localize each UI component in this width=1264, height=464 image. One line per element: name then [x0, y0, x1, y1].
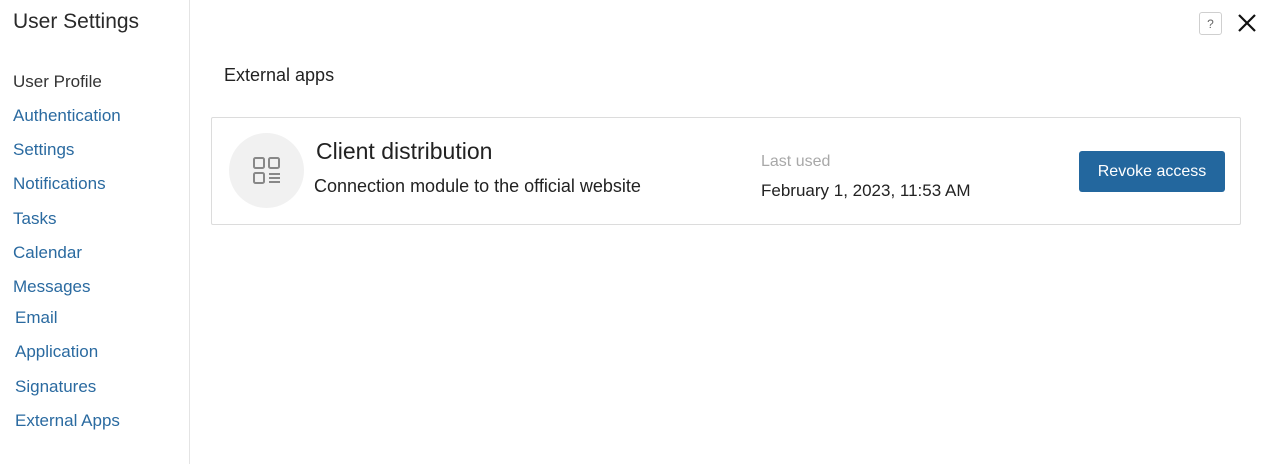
sidebar-item-notifications[interactable]: Notifications	[13, 174, 106, 194]
sidebar: User Settings User Profile Authenticatio…	[0, 0, 190, 464]
sidebar-title: User Settings	[13, 10, 140, 33]
app-card: Client distribution Connection module to…	[211, 117, 1241, 225]
app-grid-icon	[252, 156, 280, 184]
close-icon	[1238, 14, 1256, 32]
question-icon: ?	[1207, 16, 1214, 31]
sidebar-item-email[interactable]: Email	[15, 308, 58, 328]
sidebar-item-calendar[interactable]: Calendar	[13, 243, 82, 263]
sidebar-item-messages[interactable]: Messages	[13, 277, 90, 297]
sidebar-item-tasks[interactable]: Tasks	[13, 209, 56, 229]
revoke-access-button[interactable]: Revoke access	[1079, 151, 1225, 192]
sidebar-item-signatures[interactable]: Signatures	[15, 377, 96, 397]
sidebar-item-authentication[interactable]: Authentication	[13, 106, 121, 126]
help-button[interactable]: ?	[1199, 12, 1222, 35]
app-avatar	[229, 133, 304, 208]
sidebar-item-application[interactable]: Application	[15, 342, 98, 362]
sidebar-item-user-profile[interactable]: User Profile	[13, 72, 102, 92]
last-used-label: Last used	[761, 153, 831, 170]
app-name: Client distribution	[316, 138, 493, 164]
app-description: Connection module to the official websit…	[314, 176, 641, 196]
sidebar-item-settings[interactable]: Settings	[13, 140, 74, 160]
last-used-value: February 1, 2023, 11:53 AM	[761, 181, 971, 200]
section-title: External apps	[224, 65, 335, 85]
sidebar-item-external-apps[interactable]: External Apps	[15, 411, 120, 431]
close-button[interactable]	[1236, 12, 1258, 34]
